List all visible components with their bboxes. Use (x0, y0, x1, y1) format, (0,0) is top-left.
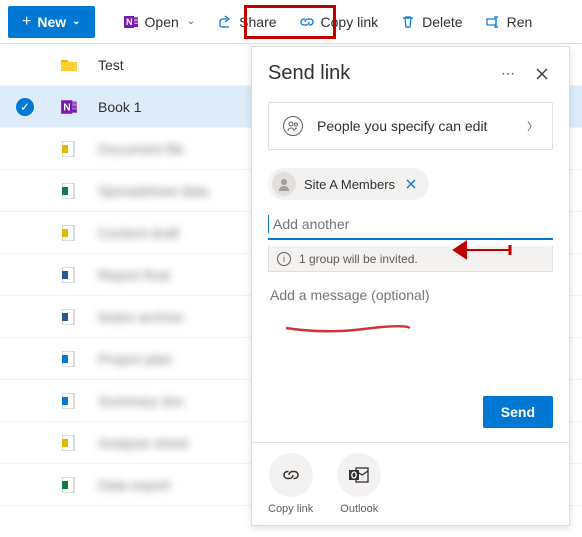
info-bar: i 1 group will be invited. (268, 246, 553, 272)
svg-text:N: N (63, 102, 70, 113)
open-button[interactable]: N Open ⌄ (113, 6, 206, 38)
chevron-down-icon: ⌄ (187, 16, 195, 27)
file-icon (60, 224, 78, 242)
link-icon (269, 453, 313, 497)
close-button[interactable] (531, 63, 553, 85)
file-name: Analysis sheet (98, 435, 188, 451)
file-name: Summary doc (98, 393, 184, 409)
info-text: 1 group will be invited. (299, 252, 418, 266)
chevron-right-icon: 〉 (527, 118, 538, 134)
share-icon (217, 14, 233, 30)
rename-button[interactable]: Ren (475, 6, 543, 38)
file-name: Document file (98, 141, 184, 157)
delete-label: Delete (422, 14, 462, 30)
add-recipient-input[interactable] (271, 215, 553, 233)
plus-icon: + (22, 13, 31, 31)
file-name: Test (98, 57, 124, 73)
link-icon (299, 14, 315, 30)
close-icon (535, 67, 549, 81)
onenote-icon: N (60, 98, 78, 116)
new-button[interactable]: + New ⌄ (8, 6, 95, 38)
file-name: Spreadsheet data (98, 183, 209, 199)
file-name: Content draft (98, 225, 179, 241)
chevron-down-icon: ⌄ (72, 16, 80, 27)
file-name: Notes archive (98, 309, 184, 325)
panel-title: Send link (268, 62, 350, 85)
file-icon (60, 308, 78, 326)
trash-icon (400, 14, 416, 30)
delete-button[interactable]: Delete (390, 6, 472, 38)
send-button[interactable]: Send (483, 396, 553, 428)
avatar-icon (272, 172, 296, 196)
folder-icon (60, 56, 78, 74)
file-name: Project plan (98, 351, 172, 367)
permission-selector[interactable]: People you specify can edit 〉 (268, 102, 553, 150)
svg-text:N: N (126, 17, 133, 27)
file-icon (60, 392, 78, 410)
share-panel: Send link ⋯ People you specify can edit … (251, 46, 570, 526)
file-name: Book 1 (98, 99, 142, 115)
new-label: New (37, 14, 66, 30)
more-button[interactable]: ⋯ (497, 61, 519, 86)
file-icon (60, 434, 78, 452)
people-icon (283, 116, 303, 136)
file-name: Data export (98, 477, 170, 493)
select-circle[interactable] (16, 98, 34, 116)
permission-text: People you specify can edit (317, 118, 513, 134)
rename-label: Ren (507, 14, 533, 30)
open-label: Open (145, 14, 179, 30)
annotation-underline (284, 325, 410, 333)
file-icon (60, 140, 78, 158)
onenote-icon: N (123, 14, 139, 30)
chip-label: Site A Members (304, 177, 395, 192)
panel-outlook-button[interactable]: Outlook (337, 453, 381, 515)
outlook-icon (337, 453, 381, 497)
file-icon (60, 350, 78, 368)
info-icon: i (277, 252, 291, 266)
copylink-button[interactable]: Copy link (289, 6, 389, 38)
file-icon (60, 182, 78, 200)
copylink-label: Copy link (321, 14, 379, 30)
file-icon (60, 266, 78, 284)
panel-copylink-label: Copy link (268, 503, 313, 515)
chip-remove-icon[interactable] (403, 178, 419, 190)
file-icon (60, 476, 78, 494)
panel-copylink-button[interactable]: Copy link (268, 453, 313, 515)
add-recipient-field[interactable] (268, 210, 553, 240)
text-cursor (268, 215, 269, 233)
share-label: Share (239, 14, 276, 30)
panel-outlook-label: Outlook (340, 503, 378, 515)
file-name: Report final (98, 267, 170, 283)
command-bar: + New ⌄ N Open ⌄ Share Copy link Delete … (0, 0, 582, 44)
message-input[interactable] (268, 286, 553, 304)
recipient-chip[interactable]: Site A Members (268, 168, 429, 200)
rename-icon (485, 14, 501, 30)
share-button[interactable]: Share (207, 6, 286, 38)
more-icon: ⋯ (501, 65, 515, 81)
